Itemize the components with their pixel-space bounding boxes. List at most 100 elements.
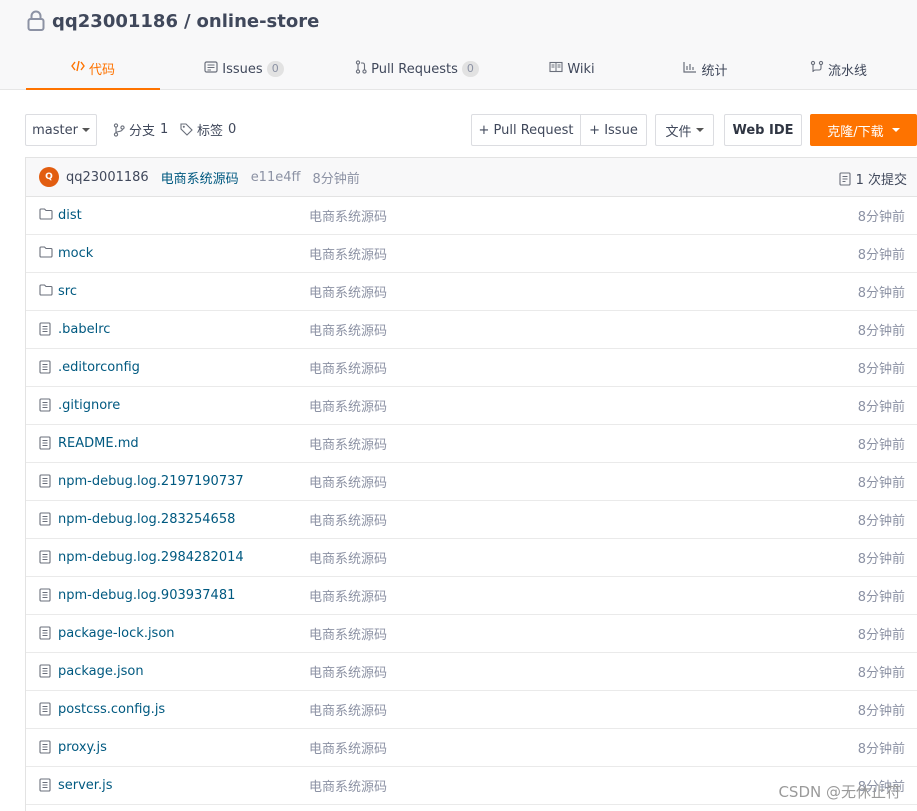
tab-wiki[interactable]: Wiki: [506, 48, 638, 90]
file-name-link[interactable]: npm-debug.log.903937481: [58, 588, 235, 603]
file-icon: [39, 360, 51, 378]
file-commit-message-link[interactable]: 电商系统源码: [309, 472, 387, 491]
table-row[interactable]: npm-debug.log.283254658 电商系统源码 8分钟前: [26, 501, 917, 539]
file-icon: [39, 588, 51, 606]
commit-sha-link[interactable]: e11e4ff: [251, 170, 301, 185]
tags-count: 0: [228, 122, 237, 137]
file-commit-time: 8分钟前: [857, 248, 905, 263]
file-name-link[interactable]: package-lock.json: [58, 626, 175, 641]
table-row[interactable]: package.json 电商系统源码 8分钟前: [26, 653, 917, 691]
table-row[interactable]: dist 电商系统源码 8分钟前: [26, 197, 917, 235]
lock-icon: [27, 10, 45, 31]
repo-toolbar: master 分支 1 标签 0 + Pull Request + Issue …: [0, 112, 917, 146]
file-name-link[interactable]: README.md: [58, 436, 139, 451]
file-commit-message-link[interactable]: 电商系统源码: [309, 586, 387, 605]
tab-pull-requests[interactable]: Pull Requests 0: [328, 48, 506, 90]
commit-author-link[interactable]: qq23001186: [66, 170, 149, 185]
table-row[interactable]: .babelrc 电商系统源码 8分钟前: [26, 311, 917, 349]
tab-code-label: 代码: [88, 62, 115, 78]
commit-history-icon: [839, 171, 851, 186]
code-icon: [71, 60, 85, 76]
file-name-link[interactable]: mock: [58, 246, 93, 261]
tab-stats-label: 统计: [701, 63, 728, 79]
file-commit-message-link[interactable]: 电商系统源码: [309, 320, 387, 339]
file-commit-message-link[interactable]: 电商系统源码: [309, 244, 387, 263]
file-menu-button[interactable]: 文件: [655, 114, 714, 146]
table-row[interactable]: README.md 电商系统源码 8分钟前: [26, 425, 917, 463]
file-commit-time: 8分钟前: [857, 514, 905, 529]
file-commit-message-link[interactable]: 电商系统源码: [309, 282, 387, 301]
file-commit-message-link[interactable]: 电商系统源码: [309, 624, 387, 643]
issues-count-badge: 0: [266, 61, 284, 77]
table-row[interactable]: npm-debug.log.903937481 电商系统源码 8分钟前: [26, 577, 917, 615]
web-ide-button[interactable]: Web IDE: [724, 114, 802, 146]
file-commit-message-link[interactable]: 电商系统源码: [309, 510, 387, 529]
table-row[interactable]: proxy.js 电商系统源码 8分钟前: [26, 729, 917, 767]
pull-requests-count-badge: 0: [461, 61, 479, 77]
branches-count: 1: [160, 122, 169, 137]
file-name-link[interactable]: package.json: [58, 664, 144, 679]
file-commit-message-link[interactable]: 电商系统源码: [309, 776, 387, 795]
file-commit-time: 8分钟前: [857, 552, 905, 567]
table-row[interactable]: package-lock.json 电商系统源码 8分钟前: [26, 615, 917, 653]
branch-select[interactable]: master: [25, 114, 97, 146]
tab-pipeline[interactable]: 流水线: [773, 48, 904, 90]
file-name-link[interactable]: npm-debug.log.2984282014: [58, 550, 244, 565]
tab-wiki-label: Wiki: [567, 61, 595, 77]
issues-icon: [204, 61, 218, 77]
file-name-link[interactable]: src: [58, 284, 77, 299]
table-row[interactable]: mock 电商系统源码 8分钟前: [26, 235, 917, 273]
tab-code[interactable]: 代码: [26, 48, 160, 90]
file-commit-message-link[interactable]: 电商系统源码: [309, 396, 387, 415]
table-row[interactable]: postcss.config.js 电商系统源码 8分钟前: [26, 691, 917, 729]
file-icon: [39, 398, 51, 416]
file-icon: [39, 626, 51, 644]
file-commit-message-link[interactable]: 电商系统源码: [309, 434, 387, 453]
file-icon: [39, 322, 51, 340]
new-issue-button[interactable]: + Issue: [580, 114, 647, 146]
file-name-link[interactable]: dist: [58, 208, 82, 223]
file-commit-message-link[interactable]: 电商系统源码: [309, 358, 387, 377]
avatar[interactable]: Q: [39, 167, 59, 187]
tags-link[interactable]: 标签 0: [180, 120, 236, 139]
repo-tabs: 代码 Issues 0 Pull Requests 0 Wiki 统计 流水线: [26, 48, 904, 90]
tab-pull-requests-label: Pull Requests: [371, 61, 458, 77]
file-name-link[interactable]: npm-debug.log.283254658: [58, 512, 235, 527]
table-row[interactable]: npm-debug.log.2984282014 电商系统源码 8分钟前: [26, 539, 917, 577]
file-commit-message-link[interactable]: 电商系统源码: [309, 548, 387, 567]
file-name-link[interactable]: proxy.js: [58, 740, 107, 755]
repo-owner-link[interactable]: qq23001186: [52, 11, 178, 32]
repo-name-link[interactable]: online-store: [197, 11, 320, 32]
watermark: CSDN @无休止符: [778, 783, 901, 801]
file-name-link[interactable]: .editorconfig: [58, 360, 140, 375]
file-commit-time: 8分钟前: [857, 400, 905, 415]
commit-message-link[interactable]: 电商系统源码: [161, 168, 239, 187]
chevron-down-icon: [695, 128, 704, 132]
table-row[interactable]: .editorconfig 电商系统源码 8分钟前: [26, 349, 917, 387]
clone-download-button[interactable]: 克隆/下载: [810, 114, 917, 146]
tab-stats[interactable]: 统计: [638, 48, 773, 90]
new-pull-request-button[interactable]: + Pull Request: [471, 114, 581, 146]
tab-issues[interactable]: Issues 0: [160, 48, 328, 90]
table-row[interactable]: .gitignore 电商系统源码 8分钟前: [26, 387, 917, 425]
file-name-link[interactable]: .babelrc: [58, 322, 110, 337]
clone-download-label: 克隆/下载: [827, 124, 884, 140]
file-commit-message-link[interactable]: 电商系统源码: [309, 700, 387, 719]
file-commit-message-link[interactable]: 电商系统源码: [309, 662, 387, 681]
file-menu-label: 文件: [665, 124, 692, 140]
file-commit-time: 8分钟前: [857, 324, 905, 339]
table-row[interactable]: npm-debug.log.2197190737 电商系统源码 8分钟前: [26, 463, 917, 501]
latest-commit-bar: Q qq23001186 电商系统源码 e11e4ff 8分钟前 1 次提交: [26, 158, 917, 197]
file-commit-message-link[interactable]: 电商系统源码: [309, 738, 387, 757]
file-name-link[interactable]: postcss.config.js: [58, 702, 165, 717]
file-name-link[interactable]: .gitignore: [58, 398, 120, 413]
branches-link[interactable]: 分支 1: [113, 120, 168, 139]
file-name-link[interactable]: server.js: [58, 778, 112, 793]
file-commit-time: 8分钟前: [857, 210, 905, 225]
file-commit-message-link[interactable]: 电商系统源码: [309, 206, 387, 225]
table-row[interactable]: src 电商系统源码 8分钟前: [26, 273, 917, 311]
file-icon: [39, 740, 51, 758]
commit-count-link[interactable]: 1 次提交: [839, 169, 907, 188]
repo-separator: /: [183, 10, 191, 32]
file-name-link[interactable]: npm-debug.log.2197190737: [58, 474, 244, 489]
